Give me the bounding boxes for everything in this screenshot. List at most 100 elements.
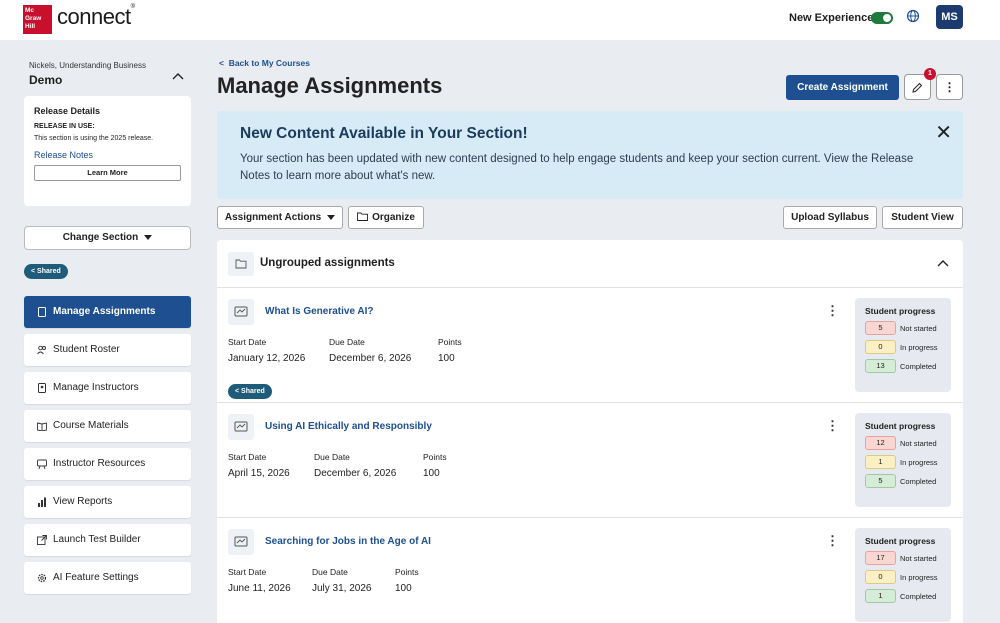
points-label: Points xyxy=(438,337,462,347)
start-date-value: January 12, 2026 xyxy=(228,353,306,364)
sidebar-item-ai-feature-settings[interactable]: AI Feature Settings xyxy=(24,562,191,594)
sidebar-item-manage-assignments[interactable]: Manage Assignments xyxy=(24,296,191,328)
sidebar-item-manage-instructors[interactable]: Manage Instructors xyxy=(24,372,191,404)
completed-count[interactable]: 13 xyxy=(865,359,896,373)
globe-icon[interactable] xyxy=(906,9,920,23)
change-section-button[interactable]: Change Section xyxy=(24,226,191,250)
page-title: Manage Assignments xyxy=(217,73,443,98)
sidebar-item-student-roster[interactable]: Student Roster xyxy=(24,334,191,366)
folder-icon xyxy=(228,252,254,276)
assignment-group-header[interactable]: Ungrouped assignments xyxy=(217,240,963,288)
upload-syllabus-button[interactable]: Upload Syllabus xyxy=(783,206,877,229)
shared-badge: < Shared xyxy=(24,264,68,279)
release-notes-link[interactable]: Release Notes xyxy=(34,150,181,160)
release-in-use-label: RELEASE IN USE: xyxy=(34,123,95,130)
start-date: Start Date April 15, 2026 xyxy=(228,452,290,479)
close-icon[interactable]: ✕ xyxy=(935,120,952,145)
in-progress-count[interactable]: 1 xyxy=(865,455,896,469)
start-date-value: June 11, 2026 xyxy=(228,583,291,594)
sidebar-item-view-reports[interactable]: View Reports xyxy=(24,486,191,518)
due-date-value: December 6, 2026 xyxy=(314,468,397,479)
change-section-label: Change Section xyxy=(62,232,139,243)
not-started-label: Not started xyxy=(900,553,937,563)
in-progress-count[interactable]: 0 xyxy=(865,570,896,584)
person-document-icon xyxy=(38,383,46,393)
assignment-title-link[interactable]: Using AI Ethically and Responsibly xyxy=(265,421,432,432)
sidebar-item-label: AI Feature Settings xyxy=(53,572,139,583)
user-avatar[interactable]: MS xyxy=(936,5,963,29)
assignment-menu-kebab-icon[interactable]: ⋮ xyxy=(826,533,839,549)
assignment-title-link[interactable]: Searching for Jobs in the Age of AI xyxy=(265,536,431,547)
more-options-button[interactable]: ⋮ xyxy=(936,74,963,100)
points-label: Points xyxy=(423,452,447,462)
due-date: Due Date December 6, 2026 xyxy=(329,337,411,364)
assignment-icon xyxy=(228,299,254,325)
organize-label: Organize xyxy=(372,212,415,223)
assignment-actions-dropdown[interactable]: Assignment Actions xyxy=(217,206,343,229)
bar-chart-icon xyxy=(38,497,46,507)
sidebar-item-course-materials[interactable]: Course Materials xyxy=(24,410,191,442)
back-to-courses-link[interactable]: < Back to My Courses xyxy=(219,58,310,68)
create-assignment-button[interactable]: Create Assignment xyxy=(786,75,899,100)
new-experience-toggle[interactable] xyxy=(871,12,893,24)
banner-body: Your section has been updated with new c… xyxy=(240,153,914,182)
not-started-label: Not started xyxy=(900,323,937,333)
assignment-icon xyxy=(228,529,254,555)
start-date: Start Date June 11, 2026 xyxy=(228,567,291,594)
student-progress-card: Student progress 12 Not started 1 In progr… xyxy=(855,413,951,507)
completed-count[interactable]: 5 xyxy=(865,474,896,488)
completed-count[interactable]: 1 xyxy=(865,589,896,603)
top-bar: Mc Graw Hill connect® New Experience MS xyxy=(0,0,1000,40)
assignment-row: What Is Generative AI? ⋮ Start Date Janua… xyxy=(217,288,963,403)
assignment-menu-kebab-icon[interactable]: ⋮ xyxy=(826,303,839,319)
progress-title: Student progress xyxy=(865,306,936,316)
not-started-count[interactable]: 5 xyxy=(865,321,896,335)
assignment-row: Searching for Jobs in the Age of AI ⋮ St… xyxy=(217,518,963,623)
sidebar-item-instructor-resources[interactable]: Instructor Resources xyxy=(24,448,191,480)
shared-badge-label: Shared xyxy=(241,388,265,395)
learn-more-button[interactable]: Learn More xyxy=(34,165,181,181)
new-experience-label: New Experience xyxy=(789,12,874,24)
due-date: Due Date December 6, 2026 xyxy=(314,452,396,479)
caret-down-icon xyxy=(144,234,153,240)
in-progress-label: In progress xyxy=(900,572,938,582)
points-value: 100 xyxy=(438,353,455,364)
assignment-menu-kebab-icon[interactable]: ⋮ xyxy=(826,418,839,434)
sidebar-item-label: Manage Assignments xyxy=(53,306,156,317)
start-date-label: Start Date xyxy=(228,567,267,577)
pencil-icon xyxy=(912,83,923,93)
assignments-panel: Ungrouped assignments What Is Generative… xyxy=(217,240,963,623)
not-started-count[interactable]: 12 xyxy=(865,436,896,450)
due-date-value: July 31, 2026 xyxy=(312,583,372,594)
assignment-icon xyxy=(228,414,254,440)
presentation-icon xyxy=(37,459,47,469)
sidebar-item-label: Launch Test Builder xyxy=(53,534,141,545)
organize-button[interactable]: Organize xyxy=(348,206,424,229)
book-icon xyxy=(37,422,47,431)
student-view-button[interactable]: Student View xyxy=(882,206,963,229)
due-date-label: Due Date xyxy=(329,337,365,347)
mcgraw-hill-logo: Mc Graw Hill xyxy=(23,5,52,34)
sidebar-item-label: Manage Instructors xyxy=(53,382,139,393)
points-value: 100 xyxy=(395,583,412,594)
assignment-title-link[interactable]: What Is Generative AI? xyxy=(265,306,374,317)
connect-logo: connect® xyxy=(57,4,135,29)
not-started-count[interactable]: 17 xyxy=(865,551,896,565)
release-details-card: Release Details RELEASE IN USE: This sec… xyxy=(24,96,191,206)
notification-badge: 1 xyxy=(924,68,936,80)
chevron-up-icon[interactable] xyxy=(172,72,184,80)
completed-label: Completed xyxy=(900,591,937,601)
kebab-icon: ⋮ xyxy=(943,80,956,94)
in-progress-count[interactable]: 0 xyxy=(865,340,896,354)
start-date-label: Start Date xyxy=(228,337,267,347)
release-in-use-text: This section is using the 2025 release. xyxy=(34,135,154,142)
start-date-value: April 15, 2026 xyxy=(228,468,290,479)
banner-title: New Content Available in Your Section! xyxy=(240,125,528,142)
student-progress-card: Student progress 5 Not started 0 In progre… xyxy=(855,298,951,392)
group-title: Ungrouped assignments xyxy=(260,257,395,269)
document-icon xyxy=(38,307,46,317)
chevron-up-icon[interactable] xyxy=(937,259,949,267)
progress-title: Student progress xyxy=(865,536,936,546)
sidebar-item-launch-test-builder[interactable]: Launch Test Builder xyxy=(24,524,191,556)
release-title: Release Details xyxy=(34,106,101,116)
